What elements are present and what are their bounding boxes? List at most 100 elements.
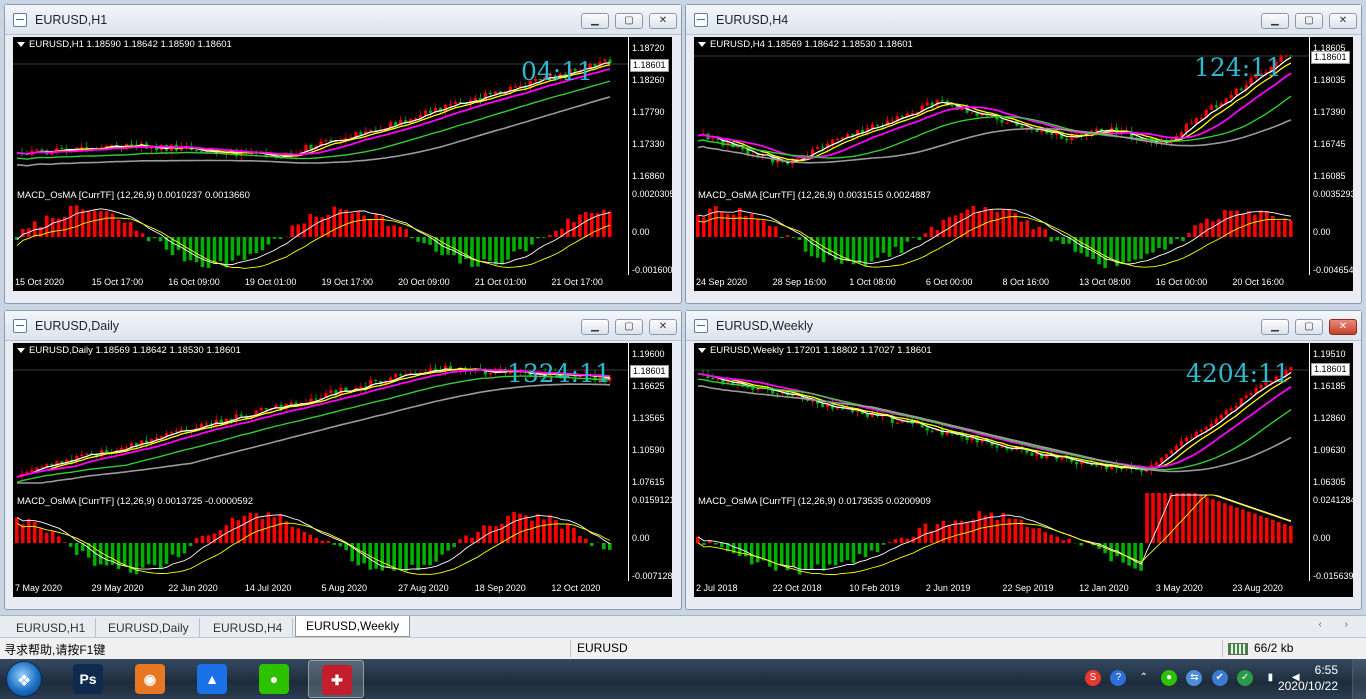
candle-body	[1199, 429, 1203, 432]
macd-bar	[1169, 237, 1173, 244]
macd-bar	[158, 237, 163, 242]
macd-bar	[39, 527, 43, 543]
macd-bar	[524, 237, 528, 252]
maximize-button[interactable]: ▢	[1295, 13, 1323, 29]
candle-body	[1154, 462, 1159, 466]
macd-indicator-area[interactable]: MACD_OsMA [CurrTF] (12,26,9) 0.0010237 0…	[13, 187, 672, 275]
taskbar-app-photoshop[interactable]: Ps	[60, 660, 116, 698]
maximize-button[interactable]: ▢	[615, 13, 643, 29]
dropdown-triangle-icon[interactable]	[17, 41, 25, 47]
window-title-bar[interactable]: EURUSD,H1 ▁ ▢ ✕	[5, 5, 681, 35]
macd-bar	[542, 519, 546, 543]
sogou-ime-icon[interactable]: S	[1085, 670, 1101, 686]
candle-body	[105, 450, 109, 453]
price-chart-area[interactable]: EURUSD,H1 1.18590 1.18642 1.18590 1.1860…	[13, 37, 672, 187]
candle-body	[1050, 133, 1054, 135]
current-price-tag: 1.18601	[630, 59, 669, 72]
minimize-button[interactable]: ▁	[581, 319, 609, 335]
macd-bar	[440, 543, 444, 555]
dropdown-triangle-icon[interactable]	[698, 347, 706, 353]
taskbar-app-netdisk[interactable]: ▲	[184, 660, 240, 698]
price-chart-area[interactable]: EURUSD,Daily 1.18569 1.18642 1.18530 1.1…	[13, 343, 672, 493]
chart-window-h4[interactable]: EURUSD,H4 ▁ ▢ ✕ EURUSD,H4 1.18569 1.1864…	[685, 4, 1362, 304]
wechat-tray-icon[interactable]: ●	[1161, 670, 1178, 686]
close-button[interactable]: ✕	[649, 13, 677, 29]
current-price-tag: 1.18601	[630, 365, 669, 378]
tab-eurusd-weekly[interactable]: EURUSD,Weekly	[295, 616, 411, 637]
chart-window-h1[interactable]: EURUSD,H1 ▁ ▢ ✕ EURUSD,H1 1.18590 1.1864…	[4, 4, 682, 304]
macd-bar	[50, 531, 55, 543]
candle-body	[35, 467, 39, 470]
price-info-label: EURUSD,Daily 1.18569 1.18642 1.18530 1.1…	[17, 345, 241, 356]
tab-scroll-arrows[interactable]: ‹ ›	[1319, 619, 1358, 630]
macd-bar	[702, 543, 706, 545]
macd-bar	[254, 237, 259, 254]
dropdown-triangle-icon[interactable]	[17, 347, 25, 353]
macd-bar	[326, 540, 331, 543]
close-button[interactable]: ✕	[1329, 13, 1357, 29]
tray-expand-icon[interactable]: ⌃	[1136, 670, 1152, 686]
candle-body	[264, 408, 268, 410]
macd-indicator-area[interactable]: MACD_OsMA [CurrTF] (12,26,9) 0.0031515 0…	[694, 187, 1353, 275]
tab-eurusd-daily[interactable]: EURUSD,Daily	[98, 618, 200, 637]
candle-body	[1179, 132, 1183, 136]
chart-window-daily[interactable]: EURUSD,Daily ▁ ▢ ✕ EURUSD,Daily 1.18569 …	[4, 310, 682, 610]
time-axis: 15 Oct 2020 15 Oct 17:00 16 Oct 09:00 19 Oc…	[13, 275, 672, 291]
tab-eurusd-h4[interactable]: EURUSD,H4	[203, 618, 294, 637]
taskbar-app-metatrader[interactable]: ✚	[308, 660, 364, 698]
macd-bar	[851, 237, 856, 265]
taskbar-app-thunder[interactable]: ◉	[122, 660, 178, 698]
price-axis-label: 1.19510	[1313, 349, 1346, 359]
macd-indicator-area[interactable]: MACD_OsMA [CurrTF] (12,26,9) 0.0173535 0…	[694, 493, 1353, 581]
macd-bar	[134, 230, 139, 237]
system-clock[interactable]: 6:55 2020/10/22	[1278, 662, 1338, 694]
candle-body	[895, 116, 899, 120]
shield-icon[interactable]: ✔	[1211, 670, 1228, 686]
macd-bar	[56, 536, 61, 543]
macd-bar	[1013, 518, 1018, 543]
macd-bar	[917, 237, 922, 240]
candle-body	[309, 145, 313, 150]
window-title-bar[interactable]: EURUSD,H4 ▁ ▢ ✕	[686, 5, 1361, 35]
window-title-bar[interactable]: EURUSD,Weekly ▁ ▢ ✕	[686, 311, 1361, 341]
macd-bar	[200, 237, 205, 268]
macd-bar	[1289, 526, 1293, 543]
chart-window-weekly[interactable]: EURUSD,Weekly ▁ ▢ ✕ EURUSD,Weekly 1.1720…	[685, 310, 1362, 610]
candle-body	[835, 408, 840, 410]
price-chart-area[interactable]: EURUSD,H4 1.18569 1.18642 1.18530 1.1860…	[694, 37, 1353, 187]
close-button[interactable]: ✕	[649, 319, 677, 335]
show-desktop-button[interactable]	[1352, 659, 1366, 699]
start-button[interactable]: ❖	[6, 661, 42, 697]
status-bar: 寻求帮助,请按F1键 EURUSD 66/2 kb	[0, 637, 1366, 659]
macd-bar	[302, 532, 307, 543]
metatrader-icon: ✚	[322, 665, 352, 695]
macd-bar	[98, 211, 103, 237]
taskbar-app-wechat[interactable]: ●	[246, 660, 302, 698]
tab-eurusd-h1[interactable]: EURUSD,H1	[6, 618, 97, 637]
macd-bar	[176, 543, 181, 558]
minimize-button[interactable]: ▁	[1261, 319, 1289, 335]
close-button[interactable]: ✕	[1329, 319, 1357, 335]
macd-bar	[122, 543, 127, 567]
macd-bar	[470, 237, 474, 267]
signal-icon[interactable]: ▮	[1262, 670, 1278, 686]
dropdown-triangle-icon[interactable]	[698, 41, 706, 47]
window-title-bar[interactable]: EURUSD,Daily ▁ ▢ ✕	[5, 311, 681, 341]
macd-indicator-area[interactable]: MACD_OsMA [CurrTF] (12,26,9) 0.0013725 -…	[13, 493, 672, 581]
macd-bar	[1001, 512, 1006, 543]
security-icon[interactable]: ✓	[1237, 670, 1254, 686]
help-icon[interactable]: ?	[1110, 670, 1127, 686]
candle-body	[796, 158, 800, 160]
macd-bar	[911, 237, 916, 238]
price-chart-area[interactable]: EURUSD,Weekly 1.17201 1.18802 1.17027 1.…	[694, 343, 1353, 493]
macd-bar	[152, 237, 157, 239]
network-icon[interactable]: ⇆	[1186, 670, 1203, 686]
minimize-button[interactable]: ▁	[1261, 13, 1289, 29]
connection-bars-icon	[1228, 643, 1248, 655]
minimize-button[interactable]: ▁	[581, 13, 609, 29]
maximize-button[interactable]: ▢	[615, 319, 643, 335]
maximize-button[interactable]: ▢	[1295, 319, 1323, 335]
wechat-icon: ●	[259, 664, 289, 694]
candle-body	[835, 139, 840, 140]
macd-bar	[1133, 237, 1137, 260]
